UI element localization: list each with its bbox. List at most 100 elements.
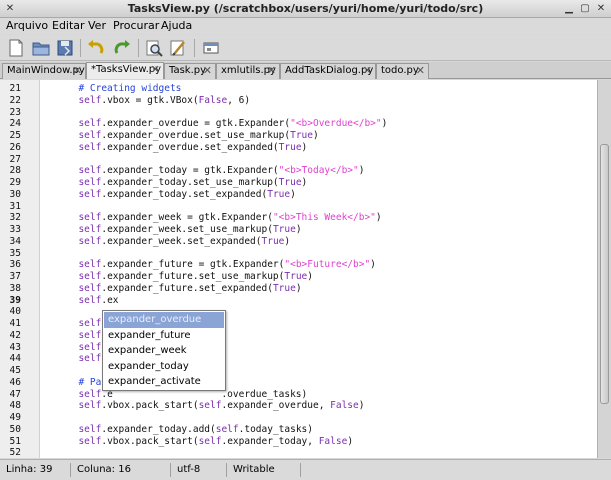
undo-button[interactable]	[86, 38, 106, 58]
tab-task[interactable]: Task.py ✕	[164, 63, 216, 79]
code-line[interactable]: self.expander_overdue.set_use_markup(Tru…	[67, 130, 318, 142]
line-number: 48	[9, 400, 21, 412]
tab-xmlutils[interactable]: xmlutils.py ✕	[216, 63, 280, 79]
window-title: TasksView.py (/scratchbox/users/yuri/hom…	[127, 2, 484, 15]
line-number: 28	[9, 165, 21, 177]
tab-tasksview[interactable]: *TasksView.py ✕	[86, 62, 164, 79]
tab-mainwindow[interactable]: MainWindow.py ✕	[2, 63, 86, 79]
save-button[interactable]	[55, 38, 75, 58]
title-bar: ✕ TasksView.py (/scratchbox/users/yuri/h…	[0, 0, 611, 18]
line-number: 39	[9, 294, 21, 306]
autocomplete-item[interactable]: expander_future	[104, 328, 224, 344]
toolbar-separator	[80, 39, 81, 57]
line-number: 34	[9, 235, 21, 247]
line-number: 23	[9, 106, 21, 118]
tab-label: Task.py	[169, 65, 207, 76]
status-separator	[170, 463, 171, 477]
code-line[interactable]: self.expander_future.set_expanded(True)	[67, 283, 301, 295]
code-line[interactable]: self.expander_today = gtk.Expander("<b>T…	[67, 165, 364, 177]
code-line[interactable]: self.expander_today.add(self.today_tasks…	[67, 424, 313, 436]
line-number: 44	[9, 353, 21, 365]
code-line[interactable]: self.expander_overdue = gtk.Expander("<b…	[67, 118, 387, 130]
status-bar: Linha: 39 Coluna: 16 utf-8 Writable	[0, 459, 611, 480]
status-column: Coluna: 16	[77, 464, 131, 475]
code-line[interactable]: self.expander_future.set_use_markup(True…	[67, 271, 313, 283]
new-file-icon	[9, 39, 23, 57]
autocomplete-item[interactable]: expander_week	[104, 343, 224, 359]
line-number: 26	[9, 141, 21, 153]
window-icon	[203, 42, 219, 54]
line-number: 21	[9, 83, 21, 94]
status-encoding: utf-8	[177, 464, 201, 475]
close-icon[interactable]: ✕	[594, 2, 608, 15]
tab-addtaskdialog[interactable]: AddTaskDialog.py ✕	[280, 63, 376, 79]
code-line[interactable]: self.expander_today.set_expanded(True)	[67, 189, 295, 201]
autocomplete-item[interactable]: expander_overdue	[104, 312, 224, 328]
line-number: 31	[9, 200, 21, 212]
code-line[interactable]: self.expander_week.set_expanded(True)	[67, 236, 290, 248]
line-number: 25	[9, 130, 21, 141]
line-number: 36	[9, 259, 21, 271]
line-number: 24	[9, 118, 21, 130]
tab-close-icon[interactable]: ✕	[203, 64, 212, 78]
tab-todo[interactable]: todo.py ✕	[376, 63, 429, 79]
line-number: 32	[9, 212, 21, 224]
status-line: Linha: 39	[6, 464, 53, 475]
tab-close-icon[interactable]: ✕	[363, 64, 372, 78]
menu-arquivo[interactable]: Arquivo	[6, 19, 48, 32]
code-line[interactable]: self.expander_overdue.set_expanded(True)	[67, 142, 307, 154]
toolbar-separator	[138, 39, 139, 57]
line-number: 43	[9, 341, 21, 353]
undo-icon	[88, 40, 104, 54]
tab-close-icon[interactable]: ✕	[267, 64, 276, 78]
tab-label: todo.py	[381, 65, 419, 76]
code-line[interactable]: self.ex	[67, 295, 118, 307]
menu-editar[interactable]: Editar	[52, 19, 85, 32]
code-line[interactable]: self.expander_week = gtk.Expander("<b>Th…	[67, 212, 381, 224]
line-number: 29	[9, 177, 21, 188]
line-number: 47	[9, 388, 21, 400]
line-number: 37	[9, 271, 21, 282]
code-line[interactable]: self.vbox.pack_start(self.expander_overd…	[67, 400, 364, 412]
status-separator	[300, 463, 301, 477]
status-separator	[70, 463, 71, 477]
line-number: 30	[9, 188, 21, 200]
code-line[interactable]: self.vbox = gtk.VBox(False, 6)	[67, 95, 250, 107]
redo-button[interactable]	[112, 38, 132, 58]
tab-close-icon[interactable]: ✕	[416, 64, 425, 78]
status-separator	[226, 463, 227, 477]
autocomplete-item[interactable]: expander_activate	[104, 374, 224, 390]
code-line[interactable]: self.expander_week.set_use_markup(True)	[67, 224, 301, 236]
code-line[interactable]: self.vbox.pack_start(self.expander_today…	[67, 436, 353, 448]
code-line[interactable]: # Creating widgets	[67, 83, 181, 95]
tab-close-icon[interactable]: ✕	[151, 63, 160, 77]
line-number: 38	[9, 282, 21, 294]
vertical-scrollbar[interactable]	[597, 80, 611, 458]
new-file-button[interactable]	[6, 38, 26, 58]
line-number: 46	[9, 376, 21, 388]
open-button[interactable]	[31, 38, 51, 58]
window-button[interactable]	[201, 38, 221, 58]
line-number: 35	[9, 247, 21, 259]
code-editor[interactable]: 21 22 23 24 25 26 27 28 29 30 31 32 33 34 35 36 37 38 39 40…	[0, 80, 597, 458]
find-button[interactable]	[144, 38, 164, 58]
maximize-icon[interactable]: ▢	[578, 2, 592, 15]
menu-ver[interactable]: Ver	[88, 19, 106, 32]
menu-procurar[interactable]: Procurar	[113, 19, 159, 32]
tab-close-icon[interactable]: ✕	[73, 64, 82, 78]
code-line[interactable]: self.expander_today.set_use_markup(True)	[67, 177, 307, 189]
minimize-icon[interactable]: ▁	[562, 2, 576, 15]
line-number: 27	[9, 153, 21, 165]
status-mode: Writable	[233, 464, 275, 475]
menu-bar: Arquivo Editar Ver Procurar Ajuda	[0, 18, 611, 34]
toolbar	[0, 35, 611, 61]
line-number: 51	[9, 435, 21, 447]
code-line[interactable]: self.expander_future = gtk.Expander("<b>…	[67, 259, 375, 271]
find-icon	[146, 40, 163, 57]
preferences-button[interactable]	[168, 38, 188, 58]
preferences-icon	[170, 40, 185, 56]
menu-ajuda[interactable]: Ajuda	[161, 19, 192, 32]
autocomplete-item[interactable]: expander_today	[104, 359, 224, 375]
line-number: 42	[9, 329, 21, 341]
scrollbar-thumb[interactable]	[600, 144, 609, 404]
